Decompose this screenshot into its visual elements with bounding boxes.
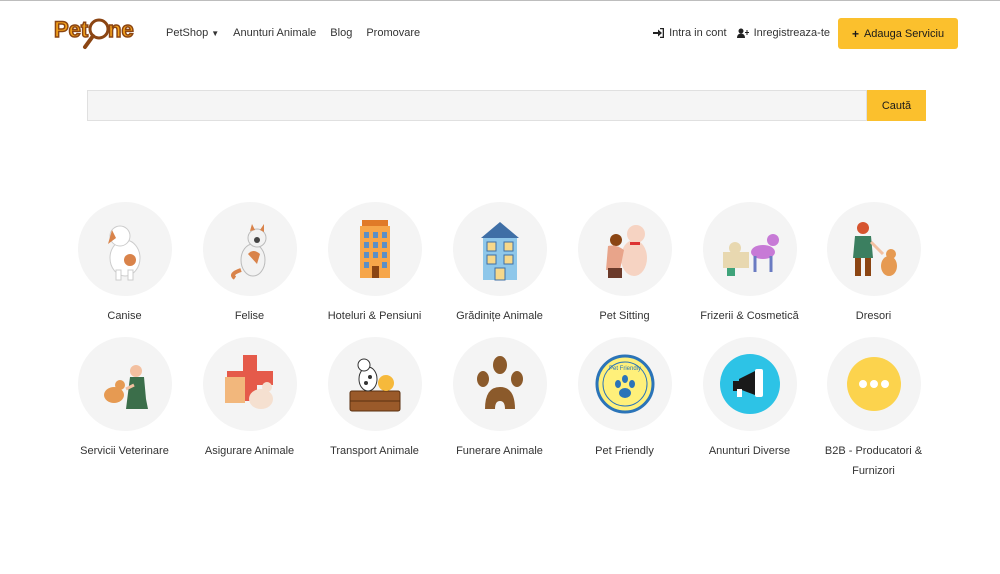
more-dots-icon <box>846 357 901 411</box>
category-circle <box>452 337 547 431</box>
grooming-icon <box>722 234 779 276</box>
category-hoteluri[interactable]: Hoteluri & Pensiuni <box>312 202 437 326</box>
category-circle <box>327 202 422 296</box>
category-circle <box>452 202 547 296</box>
search-input[interactable] <box>87 90 867 121</box>
category-pet-friendly[interactable]: Pet Friendly Pet Friendly <box>562 337 687 461</box>
nav-anunturi-animale[interactable]: Anunturi Animale <box>233 27 316 39</box>
dog-icon <box>107 225 140 281</box>
category-label: Transport Animale <box>330 445 419 457</box>
pet-friendly-badge-icon: Pet Friendly <box>595 354 654 414</box>
category-canise[interactable]: Canise <box>62 202 187 326</box>
category-circle <box>327 337 422 431</box>
auth-links: Intra in cont Inregistreaza-te <box>643 27 830 39</box>
category-dresori[interactable]: Dresori <box>811 202 936 326</box>
nav-anunturi-label: Anunturi Animale <box>233 27 317 39</box>
category-circle <box>826 202 921 296</box>
category-transport[interactable]: Transport Animale <box>312 337 437 461</box>
category-circle <box>826 337 921 431</box>
category-circle <box>202 202 297 296</box>
transport-icon <box>349 358 400 412</box>
category-circle <box>577 202 672 296</box>
category-felise[interactable]: Felise <box>187 202 312 326</box>
search-button[interactable]: Caută <box>867 90 926 121</box>
pet-sitting-icon <box>605 225 647 278</box>
add-service-button[interactable]: + Adauga Serviciu <box>838 18 958 49</box>
category-circle <box>77 202 172 296</box>
category-circle <box>202 337 297 431</box>
cat-icon <box>230 224 266 280</box>
category-label: Funerare Animale <box>456 445 543 457</box>
megaphone-icon <box>719 354 780 414</box>
logo[interactable]: Pet ne <box>52 11 142 57</box>
hotel-icon <box>359 220 390 278</box>
category-label: Anunturi Diverse <box>708 445 791 457</box>
category-pet-sitting[interactable]: Pet Sitting <box>562 202 687 326</box>
sign-in-icon <box>653 28 665 38</box>
register-link[interactable]: Inregistreaza-te <box>736 27 830 39</box>
header: Pet ne PetShop ▼ Anunturi Animale Blog P… <box>0 1 1000 67</box>
login-label: Intra in cont <box>669 27 727 39</box>
kindergarten-icon <box>480 222 519 281</box>
register-label: Inregistreaza-te <box>753 27 830 39</box>
login-link[interactable]: Intra in cont <box>653 27 727 39</box>
category-label: Pet Sitting <box>599 310 650 322</box>
category-servicii-veterinare[interactable]: Servicii Veterinare <box>62 337 187 461</box>
badge-text: Pet Friendly <box>608 366 640 372</box>
nav-blog[interactable]: Blog <box>330 27 352 39</box>
plus-icon: + <box>851 26 859 41</box>
category-label: Grădinițe Animale <box>456 310 543 322</box>
category-anunturi-diverse[interactable]: Anunturi Diverse <box>687 337 812 461</box>
search-bar: Caută <box>87 90 926 121</box>
svg-text:Pet: Pet <box>54 17 89 42</box>
category-label: Servicii Veterinare <box>80 445 169 457</box>
category-circle <box>702 337 797 431</box>
trainer-icon <box>852 222 897 276</box>
category-circle <box>77 337 172 431</box>
svg-text:ne: ne <box>108 17 134 42</box>
paw-icon <box>476 356 523 409</box>
nav-promovare-label: Promovare <box>366 27 421 39</box>
main-nav: PetShop ▼ Anunturi Animale Blog Promovar… <box>166 27 434 39</box>
category-circle <box>702 202 797 296</box>
nav-petshop-label: PetShop <box>166 27 209 39</box>
category-funerare[interactable]: Funerare Animale <box>437 337 562 461</box>
category-label: Hoteluri & Pensiuni <box>327 310 422 322</box>
nav-blog-label: Blog <box>330 27 353 39</box>
category-asigurare[interactable]: Asigurare Animale <box>187 337 312 461</box>
category-label: Felise <box>234 310 265 322</box>
category-label: Dresori <box>855 310 892 322</box>
category-label: Frizerii & Cosmetică <box>700 310 799 322</box>
insurance-icon <box>224 355 273 409</box>
chevron-down-icon: ▼ <box>211 28 220 38</box>
category-gradinite[interactable]: Grădinițe Animale <box>437 202 562 326</box>
logo-icon: Pet ne <box>53 16 134 49</box>
category-circle: Pet Friendly <box>577 337 672 431</box>
category-label: Pet Friendly <box>595 445 654 457</box>
category-label: B2B - Producatori & Furnizori <box>824 445 923 477</box>
category-b2b[interactable]: B2B - Producatori & Furnizori <box>811 337 936 481</box>
category-frizerii[interactable]: Frizerii & Cosmetică <box>687 202 812 326</box>
nav-promovare[interactable]: Promovare <box>366 27 420 39</box>
veterinary-icon <box>103 365 148 409</box>
category-label: Canise <box>107 310 142 322</box>
user-plus-icon <box>736 28 749 38</box>
category-label: Asigurare Animale <box>204 445 295 457</box>
add-service-label: Adauga Serviciu <box>863 27 945 40</box>
nav-petshop[interactable]: PetShop ▼ <box>166 27 219 39</box>
